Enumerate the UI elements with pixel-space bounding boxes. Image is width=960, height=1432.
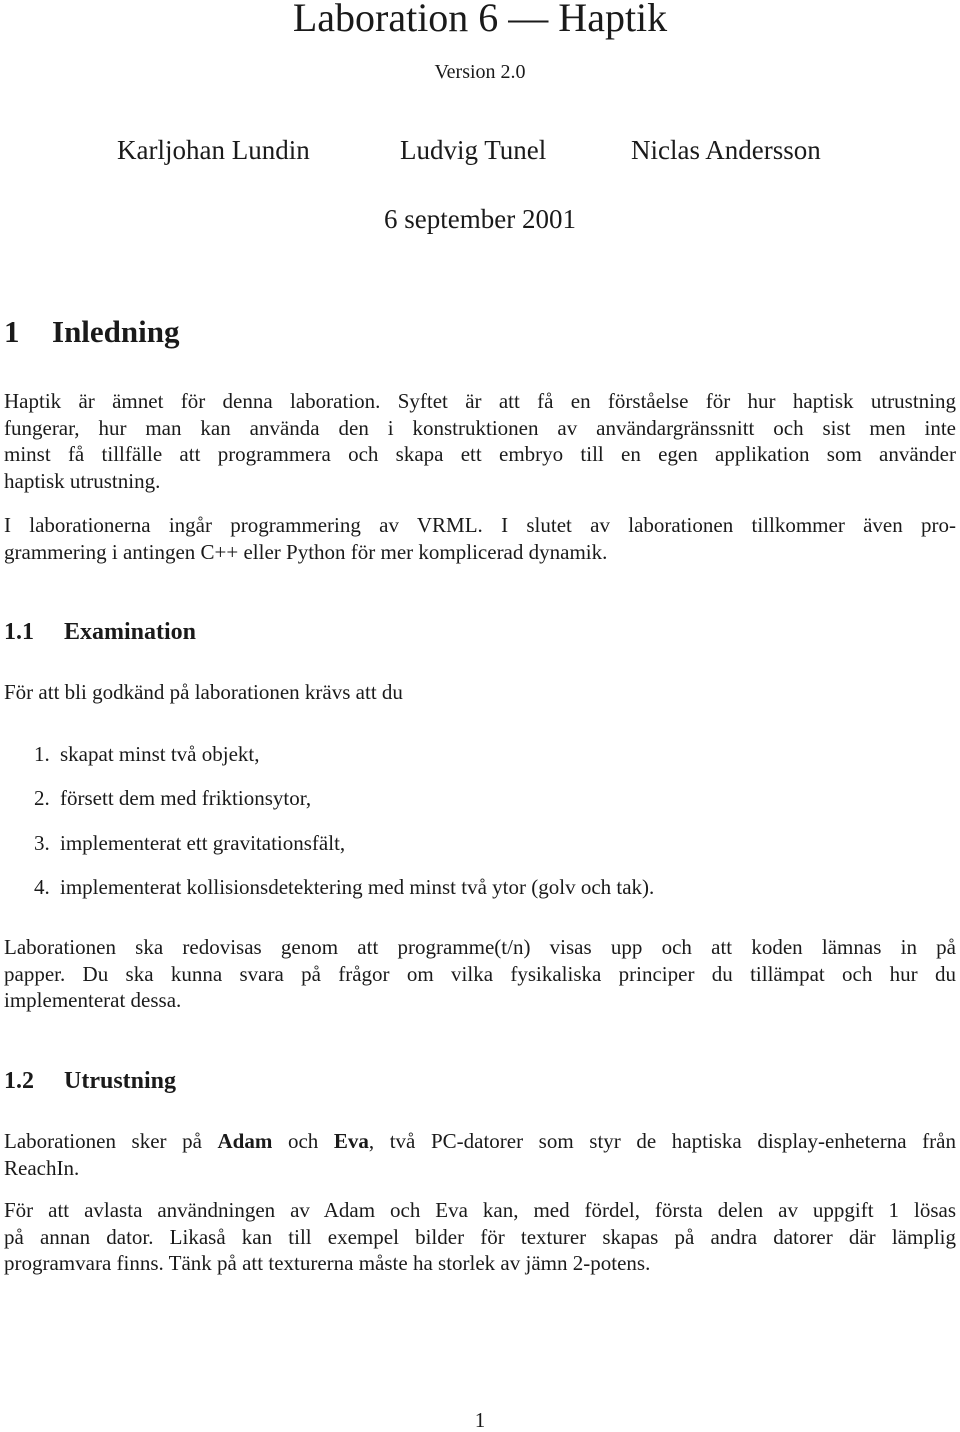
list-item-number: 1.: [34, 742, 50, 766]
document-version: Version 2.0: [434, 61, 526, 83]
paragraph-line: på annan dator. Likaså kan till exempel …: [4, 1224, 956, 1249]
paragraph-line: implementerat dessa.: [4, 988, 182, 1012]
paragraph-line: För att avlasta användningen av Adam och…: [4, 1198, 956, 1222]
document-date: 6 september 2001: [384, 204, 576, 234]
paragraph-line: För att bli godkänd på laborationen kräv…: [4, 680, 403, 704]
computer-name-eva: Eva: [333, 1129, 369, 1153]
section-title: Examination: [64, 619, 197, 645]
paragraph-line: programvara finns. Tänk på att texturern…: [4, 1251, 651, 1275]
author-name: Karljohan Lundin: [117, 135, 310, 165]
page-number: 1: [474, 1408, 486, 1432]
list-item-text: implementerat ett gravitationsfält,: [60, 831, 346, 855]
paragraph-vrml: I laborationerna ingår programmering av …: [4, 512, 956, 565]
section-title: Inledning: [52, 314, 180, 349]
paragraph-equipment: Laborationen sker på Adam och Eva, två P…: [4, 1128, 956, 1181]
section-heading-inledning: 1 Inledning: [4, 314, 180, 350]
list-item: 3. implementerat ett gravitationsfält,: [34, 830, 345, 856]
paragraph-line: minst få tillfälle att programmera och s…: [4, 442, 956, 466]
paragraph-intro: Haptik är ämnet för denna laboration. Sy…: [4, 388, 956, 494]
paragraph-line: ReachIn.: [4, 1155, 80, 1180]
paragraph-line: I laborationerna ingår programmering av …: [4, 513, 956, 537]
subsection-heading-utrustning: 1.2 Utrustning: [4, 1066, 176, 1096]
list-item-text: implementerat kollisionsdetektering med …: [60, 875, 655, 899]
computer-name-adam: Adam: [217, 1129, 273, 1153]
paragraph-line: Haptik är ämnet för denna laboration. Sy…: [4, 389, 956, 413]
list-item-number: 4.: [34, 875, 50, 899]
paragraph-offload: För att avlasta användningen av Adam och…: [4, 1197, 956, 1277]
paragraph-line: grammering i antingen C++ eller Python f…: [4, 539, 608, 564]
text-run: , två PC-datorer som styr de haptiska di…: [368, 1129, 956, 1153]
section-number: 1.1: [4, 619, 34, 645]
paragraph-redovisning: Laborationen ska redovisas genom att pro…: [4, 934, 956, 1014]
list-item: 2. försett dem med friktionsytor,: [34, 785, 311, 811]
text-run: Laborationen sker på: [4, 1129, 218, 1153]
paragraph-line: fungerar, hur man kan använda den i kons…: [4, 415, 956, 440]
author-name: Niclas Andersson: [631, 135, 821, 165]
list-item-number: 3.: [34, 831, 50, 855]
section-title: Utrustning: [64, 1068, 177, 1094]
list-item-number: 2.: [34, 786, 50, 810]
paragraph-examination-intro: För att bli godkänd på laborationen kräv…: [4, 679, 956, 706]
paragraph-line: papper. Du ska kunna svara på frågor om …: [4, 961, 956, 986]
list-item: 1. skapat minst två objekt,: [34, 741, 259, 767]
document-title: Laboration 6 — Haptik: [292, 0, 668, 40]
subsection-heading-examination: 1.1 Examination: [4, 617, 196, 647]
section-number: 1: [4, 314, 20, 349]
section-number: 1.2: [4, 1068, 34, 1094]
text-run: och: [272, 1129, 334, 1153]
author-name: Ludvig Tunel: [400, 135, 547, 165]
paragraph-line: Laborationen ska redovisas genom att pro…: [4, 935, 956, 959]
list-item-text: skapat minst två objekt,: [60, 742, 260, 766]
list-item-text: försett dem med friktionsytor,: [60, 786, 312, 810]
list-item: 4. implementerat kollisionsdetektering me…: [34, 874, 654, 900]
paragraph-line: Laborationen sker på Adam och Eva, två P…: [4, 1128, 956, 1155]
paragraph-line: haptisk utrustning.: [4, 468, 161, 493]
